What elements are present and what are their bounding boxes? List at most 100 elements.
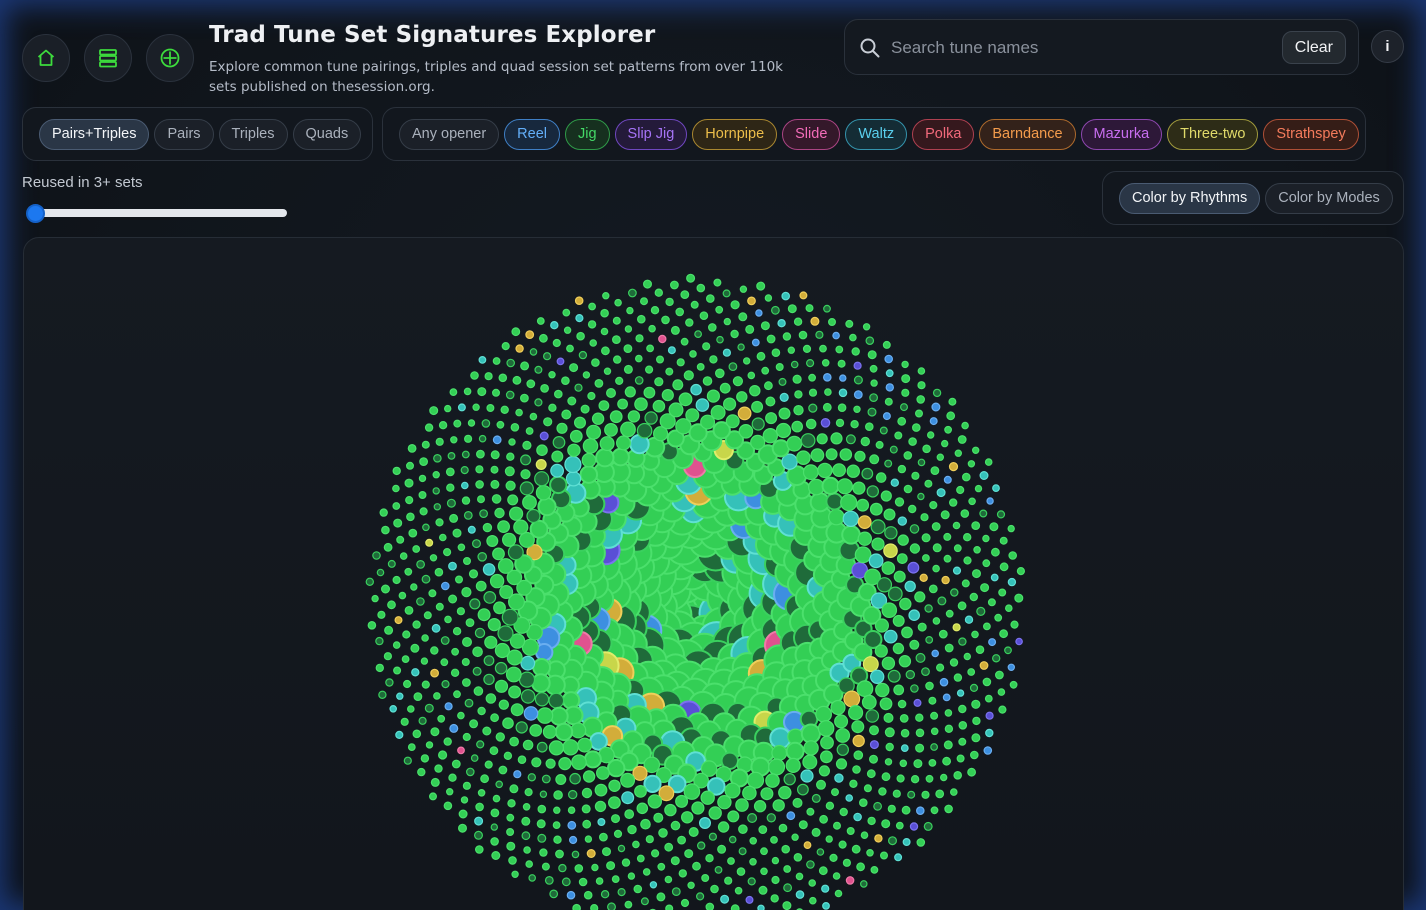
tune-set-bubble[interactable] <box>897 464 907 474</box>
tune-set-bubble[interactable] <box>505 480 516 491</box>
tune-set-bubble[interactable] <box>480 774 490 784</box>
tune-set-bubble[interactable] <box>438 750 448 760</box>
tune-set-bubble[interactable] <box>800 723 822 744</box>
tune-set-bubble[interactable] <box>983 622 991 631</box>
tune-set-bubble[interactable] <box>961 472 971 482</box>
tune-set-bubble[interactable] <box>819 344 827 353</box>
tune-set-bubble[interactable] <box>931 522 941 531</box>
tune-set-bubble[interactable] <box>971 569 981 579</box>
tune-set-bubble[interactable] <box>604 422 618 437</box>
opener-reel[interactable]: Reel <box>504 118 560 150</box>
tune-set-bubble[interactable] <box>565 471 582 487</box>
tune-set-bubble[interactable] <box>664 803 677 817</box>
tune-set-bubble[interactable] <box>956 485 965 495</box>
tune-set-bubble[interactable] <box>719 382 731 394</box>
tune-set-bubble[interactable] <box>794 390 803 399</box>
color-by-modes[interactable]: Color by Modes <box>1265 182 1393 214</box>
tune-set-bubble[interactable] <box>902 837 911 846</box>
tune-set-bubble[interactable] <box>568 789 578 800</box>
tune-set-bubble[interactable] <box>484 760 493 769</box>
tune-set-bubble[interactable] <box>869 740 879 750</box>
tune-set-bubble[interactable] <box>406 705 415 713</box>
tune-set-bubble[interactable] <box>820 735 834 750</box>
tune-set-bubble[interactable] <box>494 642 510 659</box>
tune-set-bubble[interactable] <box>870 519 886 535</box>
tune-set-bubble[interactable] <box>586 848 596 858</box>
tune-set-bubble[interactable] <box>627 872 636 880</box>
tune-set-bubble[interactable] <box>438 533 447 542</box>
tune-set-bubble[interactable] <box>526 508 541 524</box>
tune-set-bubble[interactable] <box>507 544 524 561</box>
tune-set-bubble[interactable] <box>862 656 879 673</box>
tune-set-bubble[interactable] <box>392 502 401 510</box>
tune-set-bubble[interactable] <box>999 562 1009 572</box>
tune-set-bubble[interactable] <box>822 373 832 382</box>
tune-set-bubble[interactable] <box>446 483 455 492</box>
tune-set-bubble[interactable] <box>469 719 479 729</box>
tune-set-bubble[interactable] <box>556 357 565 366</box>
tune-set-bubble[interactable] <box>805 418 817 430</box>
tune-set-bubble[interactable] <box>430 646 439 655</box>
tune-set-bubble[interactable] <box>481 419 491 428</box>
tune-set-bubble[interactable] <box>636 422 653 439</box>
tune-set-bubble[interactable] <box>387 600 396 610</box>
tune-set-bubble[interactable] <box>792 797 803 808</box>
tune-set-bubble[interactable] <box>574 383 583 392</box>
opener-slide[interactable]: Slide <box>782 118 841 150</box>
tune-set-bubble[interactable] <box>771 856 780 865</box>
tune-set-bubble[interactable] <box>699 311 709 321</box>
tune-set-bubble[interactable] <box>574 296 584 306</box>
tune-set-bubble[interactable] <box>591 358 600 367</box>
tune-set-bubble[interactable] <box>764 294 773 302</box>
tune-set-bubble[interactable] <box>914 409 923 418</box>
tune-set-bubble[interactable] <box>846 826 855 835</box>
tune-set-bubble[interactable] <box>429 406 439 416</box>
tune-set-bubble[interactable] <box>900 728 910 738</box>
tune-set-bubble[interactable] <box>640 897 649 906</box>
tune-set-bubble[interactable] <box>601 346 610 356</box>
tune-set-bubble[interactable] <box>749 384 761 397</box>
tune-set-bubble[interactable] <box>840 494 858 512</box>
tune-set-bubble[interactable] <box>750 434 766 450</box>
tune-set-bubble[interactable] <box>582 770 596 783</box>
tune-set-bubble[interactable] <box>745 324 755 334</box>
tune-set-bubble[interactable] <box>678 392 693 407</box>
tune-set-bubble[interactable] <box>594 783 608 797</box>
tune-set-bubble[interactable] <box>1010 620 1019 629</box>
tune-set-bubble[interactable] <box>595 448 615 468</box>
tune-set-bubble[interactable] <box>787 346 796 354</box>
tune-set-bubble[interactable] <box>786 811 796 821</box>
set-size-pairs[interactable]: Pairs <box>154 118 214 150</box>
tune-set-bubble[interactable] <box>751 400 764 413</box>
tune-set-bubble[interactable] <box>887 804 896 813</box>
tune-set-bubble[interactable] <box>963 652 972 661</box>
tune-set-bubble[interactable] <box>493 601 506 615</box>
tune-set-bubble[interactable] <box>443 801 453 811</box>
tune-set-bubble[interactable] <box>897 699 907 709</box>
tune-set-bubble[interactable] <box>837 403 847 413</box>
tune-set-bubble[interactable] <box>932 543 942 553</box>
tune-set-bubble[interactable] <box>798 330 808 340</box>
tune-set-bubble[interactable] <box>815 330 824 339</box>
tune-set-bubble[interactable] <box>948 397 957 406</box>
tune-set-bubble[interactable] <box>536 741 548 753</box>
tune-set-bubble[interactable] <box>492 435 502 445</box>
tune-set-bubble[interactable] <box>771 744 788 761</box>
tune-set-bubble[interactable] <box>841 525 861 545</box>
tune-set-bubble[interactable] <box>875 472 887 483</box>
tune-set-bubble[interactable] <box>371 594 379 603</box>
tune-set-bubble[interactable] <box>605 388 616 399</box>
tune-set-bubble[interactable] <box>606 861 616 871</box>
tune-set-bubble[interactable] <box>838 840 847 849</box>
tune-set-bubble[interactable] <box>398 591 407 600</box>
tune-set-bubble[interactable] <box>958 737 967 746</box>
tune-set-bubble[interactable] <box>419 507 428 516</box>
tune-set-bubble[interactable] <box>670 280 679 290</box>
tune-set-bubble[interactable] <box>483 591 497 604</box>
tune-set-bubble[interactable] <box>463 387 472 396</box>
tune-set-bubble[interactable] <box>770 894 779 903</box>
tune-set-bubble[interactable] <box>868 754 878 764</box>
tune-set-bubble[interactable] <box>410 643 420 653</box>
tune-set-bubble[interactable] <box>958 637 967 646</box>
tune-set-bubble[interactable] <box>815 705 832 723</box>
